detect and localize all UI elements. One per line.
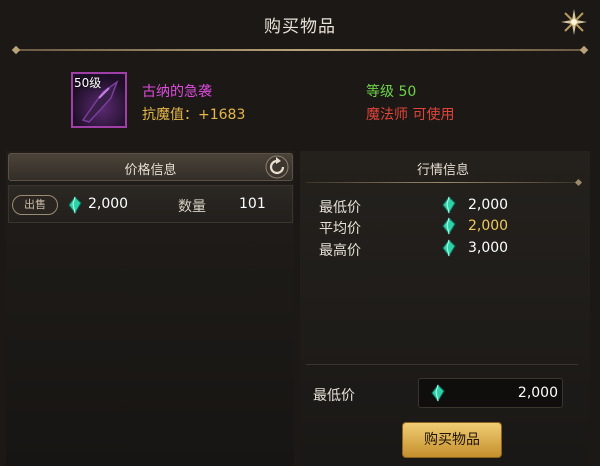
bid-price-value: 2,000 <box>517 385 558 401</box>
bid-divider <box>306 364 578 365</box>
item-class-restriction: 魔法师 可使用 <box>366 107 455 123</box>
gem-icon <box>442 239 456 257</box>
gem-icon <box>431 384 445 402</box>
gem-icon <box>68 196 82 214</box>
sell-button[interactable]: 出售 <box>12 195 58 215</box>
highest-price-label: 最高价 <box>319 243 361 259</box>
window-title: 购买物品 <box>264 17 336 37</box>
quantity-label: 数量 <box>178 199 206 215</box>
item-level-badge: 50级 <box>74 76 102 90</box>
bid-price-label: 最低价 <box>313 388 355 404</box>
close-icon[interactable] <box>560 8 588 36</box>
market-title: 行情信息 <box>416 163 469 178</box>
title-divider <box>16 49 584 51</box>
item-name: 古纳的急袭 <box>142 84 212 100</box>
buy-item-button[interactable]: 购买物品 <box>402 422 502 458</box>
listing-price: 2,000 <box>88 196 129 212</box>
price-header-label: 价格信息 <box>124 163 177 178</box>
refresh-icon[interactable] <box>264 154 290 180</box>
lowest-price-label: 最低价 <box>319 200 361 216</box>
item-required-level: 等级 50 <box>366 84 417 100</box>
item-stat: 抗魔值：+1683 <box>142 107 246 123</box>
lowest-price-value: 2,000 <box>468 197 509 213</box>
highest-price-value: 3,000 <box>468 240 509 256</box>
market-divider <box>306 182 578 183</box>
gem-icon <box>442 217 456 235</box>
average-price-value: 2,000 <box>468 218 509 234</box>
average-price-label: 平均价 <box>319 221 361 237</box>
gem-icon <box>442 196 456 214</box>
quantity-value: 101 <box>239 196 266 212</box>
